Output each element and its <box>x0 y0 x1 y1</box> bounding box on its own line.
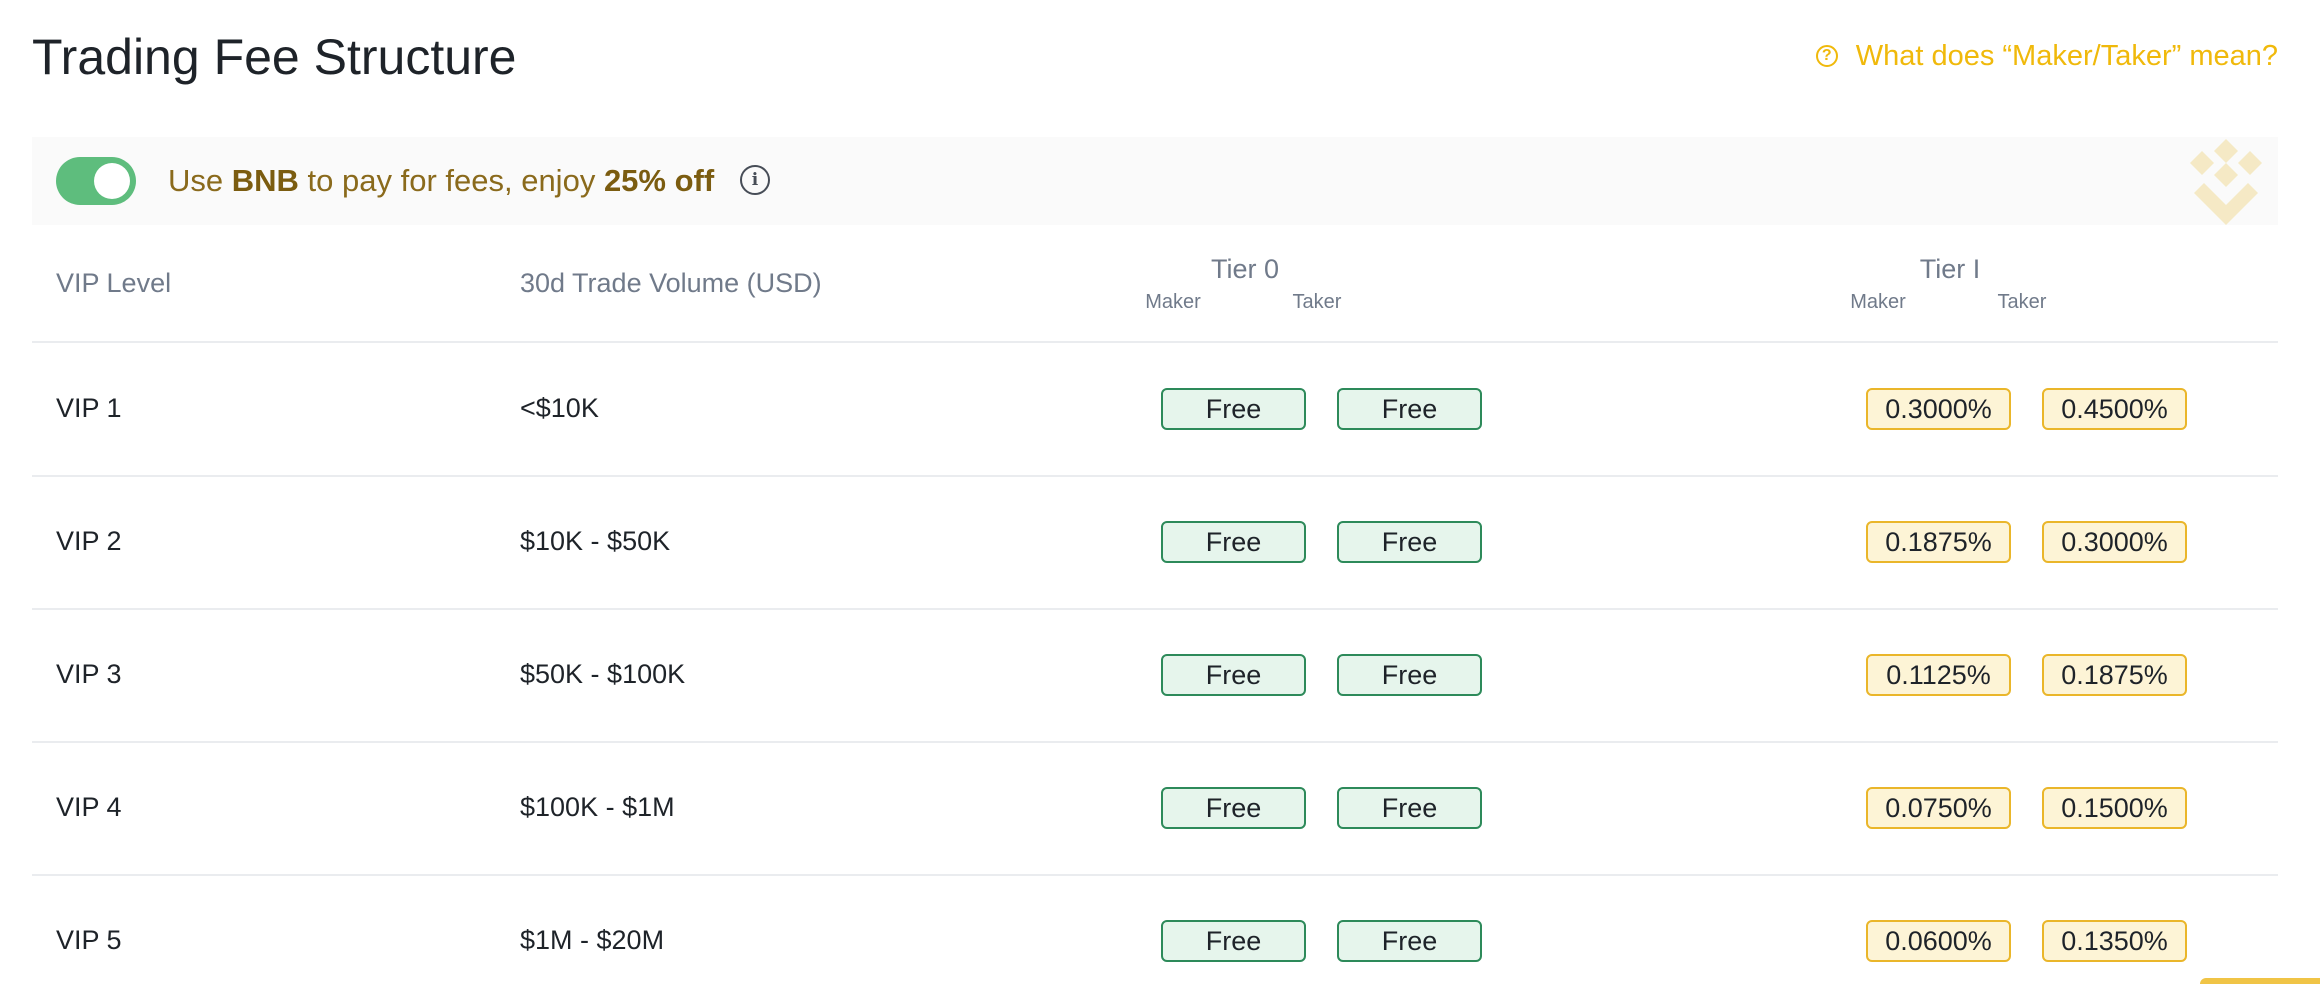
trade-volume-cell: $1M - $20M <box>520 925 665 955</box>
table-row: VIP 2 $10K - $50K Free Free 0.1875% 0.30… <box>32 476 2278 610</box>
bnb-discount-text: Use BNB to pay for fees, enjoy 25% off <box>168 159 714 203</box>
vip-level-cell: VIP 4 <box>56 792 122 822</box>
vip-level-cell: VIP 1 <box>56 393 122 423</box>
help-link-label: What does “Maker/Taker” mean? <box>1855 40 2278 72</box>
page-title: Trading Fee Structure <box>32 29 517 85</box>
tier-0-subheaders: Maker Taker <box>1140 287 1350 313</box>
tier-1-taker-fee: 0.3000% <box>2042 521 2187 563</box>
tier-0-name: Tier 0 <box>1210 254 1279 284</box>
maker-taker-help-link[interactable]: ? What does “Maker/Taker” mean? <box>1815 36 2278 76</box>
tier-1-maker-label: Maker <box>1850 291 1906 313</box>
banner-text-bnb: BNB <box>231 163 299 198</box>
tier-0-taker-fee: Free <box>1337 654 1482 696</box>
tier-1-maker-fee: 0.0750% <box>1866 787 2011 829</box>
vip-level-cell: VIP 5 <box>56 925 122 955</box>
tier-1-maker-fee: 0.1125% <box>1866 654 2011 696</box>
vip-level-cell: VIP 2 <box>56 526 122 556</box>
table-row: VIP 5 $1M - $20M Free Free 0.0600% 0.135… <box>32 875 2278 984</box>
trade-volume-cell: $100K - $1M <box>520 792 675 822</box>
corner-accent <box>2200 978 2320 984</box>
banner-text-middle: to pay for fees, enjoy <box>298 163 604 198</box>
tier-0-taker-fee: Free <box>1337 787 1482 829</box>
tier-1-taker-fee: 0.1500% <box>2042 787 2187 829</box>
tier-0-taker-fee: Free <box>1337 388 1482 430</box>
banner-text-discount: 25% off <box>603 163 715 198</box>
info-circle-icon[interactable]: i <box>740 165 770 195</box>
tier-1-name: Tier I <box>1919 254 1981 284</box>
tier-1-taker-label: Taker <box>1997 291 2047 313</box>
tier-1-taker-fee: 0.1875% <box>2042 654 2187 696</box>
column-header-trade-volume: 30d Trade Volume (USD) <box>520 268 822 298</box>
tier-1-maker-fee: 0.1875% <box>1866 521 2011 563</box>
bnb-fee-toggle[interactable] <box>56 157 136 205</box>
toggle-knob <box>94 163 130 199</box>
tier-0-maker-fee: Free <box>1161 920 1306 962</box>
vip-level-cell: VIP 3 <box>56 659 122 689</box>
fee-structure-page: Trading Fee Structure ? What does “Maker… <box>32 0 2278 984</box>
banner-text-before: Use <box>168 163 232 198</box>
tier-1-taker-fee: 0.1350% <box>2042 920 2187 962</box>
bnb-discount-banner: Use BNB to pay for fees, enjoy 25% off i <box>32 137 2278 225</box>
tier-0-maker-label: Maker <box>1145 291 1201 313</box>
trade-volume-cell: $10K - $50K <box>520 526 671 556</box>
tier-0-taker-label: Taker <box>1292 291 1342 313</box>
table-row: VIP 4 $100K - $1M Free Free 0.0750% 0.15… <box>32 742 2278 876</box>
tier-0-maker-fee: Free <box>1161 521 1306 563</box>
table-row: VIP 1 <$10K Free Free 0.3000% 0.4500% <box>32 343 2278 477</box>
tier-1-maker-fee: 0.0600% <box>1866 920 2011 962</box>
tier-1-taker-fee: 0.4500% <box>2042 388 2187 430</box>
bnb-logo-icon <box>2190 139 2262 225</box>
question-circle-icon: ? <box>1815 45 1838 67</box>
table-row: VIP 3 $50K - $100K Free Free 0.1125% 0.1… <box>32 609 2278 743</box>
tier-0-header: Tier 0 Maker Taker <box>1140 251 1350 313</box>
tier-0-maker-fee: Free <box>1161 787 1306 829</box>
tier-1-header: Tier I Maker Taker <box>1845 251 2055 313</box>
tier-0-maker-fee: Free <box>1161 388 1306 430</box>
trade-volume-cell: $50K - $100K <box>520 659 686 689</box>
tier-0-maker-fee: Free <box>1161 654 1306 696</box>
column-header-vip-level: VIP Level <box>56 268 172 298</box>
tier-0-taker-fee: Free <box>1337 521 1482 563</box>
table-header: VIP Level 30d Trade Volume (USD) Tier 0 … <box>32 225 2278 343</box>
tier-1-subheaders: Maker Taker <box>1845 287 2055 313</box>
trade-volume-cell: <$10K <box>520 393 599 423</box>
tier-0-taker-fee: Free <box>1337 920 1482 962</box>
tier-1-maker-fee: 0.3000% <box>1866 388 2011 430</box>
